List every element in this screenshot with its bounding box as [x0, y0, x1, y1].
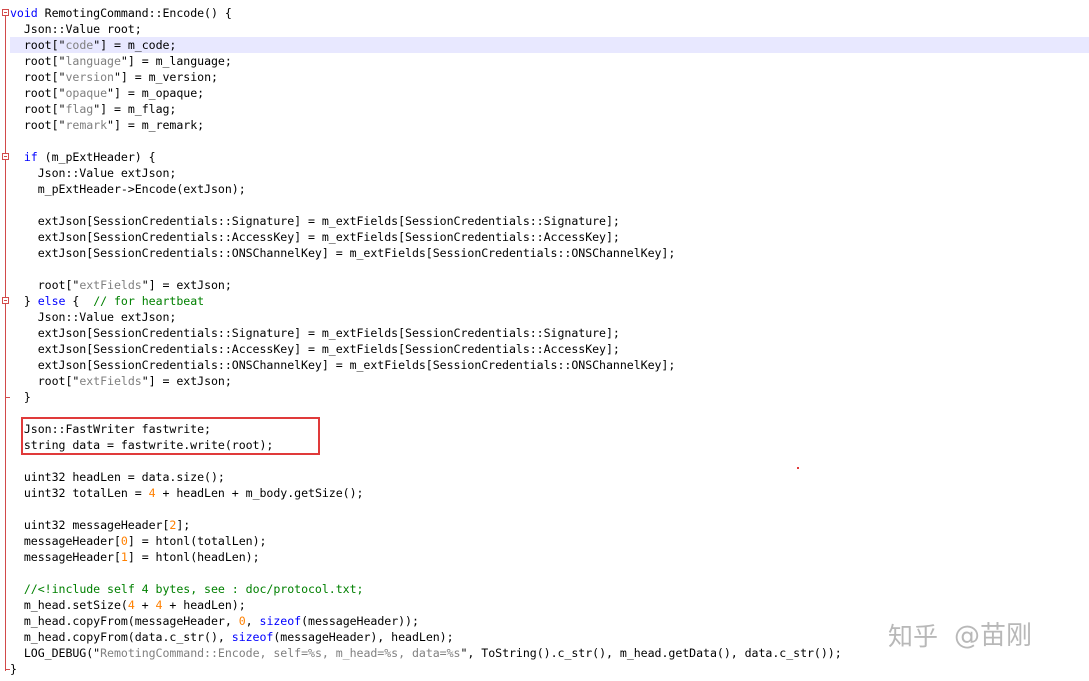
- code-line[interactable]: ​: [10, 197, 1089, 213]
- fold-toggle-else-block-icon[interactable]: [2, 297, 9, 304]
- fold-guide-line: [5, 13, 6, 671]
- code-line[interactable]: ​: [10, 133, 1089, 149]
- code-line[interactable]: root["version"] = m_version;: [10, 69, 1089, 85]
- fold-toggle-if-block-icon[interactable]: [2, 153, 9, 160]
- watermark: 知乎 @苗刚: [888, 616, 1068, 656]
- code-line[interactable]: ​: [10, 501, 1089, 517]
- code-line[interactable]: extJson[SessionCredentials::AccessKey] =…: [10, 229, 1089, 245]
- code-line[interactable]: extJson[SessionCredentials::ONSChannelKe…: [10, 357, 1089, 373]
- watermark-handle: @苗刚: [954, 621, 1033, 651]
- code-line[interactable]: root["extFields"] = extJson;: [10, 373, 1089, 389]
- code-line[interactable]: m_pExtHeader->Encode(extJson);: [10, 181, 1089, 197]
- code-line[interactable]: ​: [10, 453, 1089, 469]
- code-line[interactable]: root["extFields"] = extJson;: [10, 277, 1089, 293]
- code-line[interactable]: m_head.setSize(4 + 4 + headLen);: [10, 597, 1089, 613]
- code-line[interactable]: void RemotingCommand::Encode() {: [10, 5, 1089, 21]
- svg-text:知乎: 知乎: [888, 622, 938, 650]
- annotation-highlight-box: [21, 417, 320, 455]
- code-line[interactable]: uint32 messageHeader[2];: [10, 517, 1089, 533]
- code-line[interactable]: extJson[SessionCredentials::ONSChannelKe…: [10, 245, 1089, 261]
- code-line[interactable]: Json::Value extJson;: [10, 165, 1089, 181]
- code-line[interactable]: root["language"] = m_language;: [10, 53, 1089, 69]
- code-lines[interactable]: void RemotingCommand::Encode() { Json::V…: [10, 5, 1089, 677]
- annotation-dot: [797, 467, 799, 469]
- zhihu-logo-icon: 知乎: [888, 622, 938, 650]
- code-line[interactable]: //<!include self 4 bytes, see : doc/prot…: [10, 581, 1089, 597]
- code-line[interactable]: messageHeader[1] = htonl(headLen);: [10, 549, 1089, 565]
- code-line[interactable]: root["remark"] = m_remark;: [10, 117, 1089, 133]
- fold-toggle-function-icon[interactable]: [2, 9, 9, 16]
- code-line[interactable]: } else { // for heartbeat: [10, 293, 1089, 309]
- code-line[interactable]: }: [10, 389, 1089, 405]
- code-line[interactable]: uint32 totalLen = 4 + headLen + m_body.g…: [10, 485, 1089, 501]
- code-line[interactable]: }: [10, 661, 1089, 677]
- code-line[interactable]: extJson[SessionCredentials::AccessKey] =…: [10, 341, 1089, 357]
- code-line[interactable]: Json::Value root;: [10, 21, 1089, 37]
- code-line[interactable]: ​: [10, 565, 1089, 581]
- code-line[interactable]: if (m_pExtHeader) {: [10, 149, 1089, 165]
- code-line[interactable]: Json::Value extJson;: [10, 309, 1089, 325]
- code-editor[interactable]: void RemotingCommand::Encode() { Json::V…: [0, 0, 1089, 681]
- code-line[interactable]: extJson[SessionCredentials::Signature] =…: [10, 213, 1089, 229]
- code-line[interactable]: uint32 headLen = data.size();: [10, 469, 1089, 485]
- code-line[interactable]: root["code"] = m_code;: [10, 37, 1089, 53]
- code-line[interactable]: ​: [10, 261, 1089, 277]
- code-line[interactable]: messageHeader[0] = htonl(totalLen);: [10, 533, 1089, 549]
- code-line[interactable]: extJson[SessionCredentials::Signature] =…: [10, 325, 1089, 341]
- code-line[interactable]: root["flag"] = m_flag;: [10, 101, 1089, 117]
- code-line[interactable]: root["opaque"] = m_opaque;: [10, 85, 1089, 101]
